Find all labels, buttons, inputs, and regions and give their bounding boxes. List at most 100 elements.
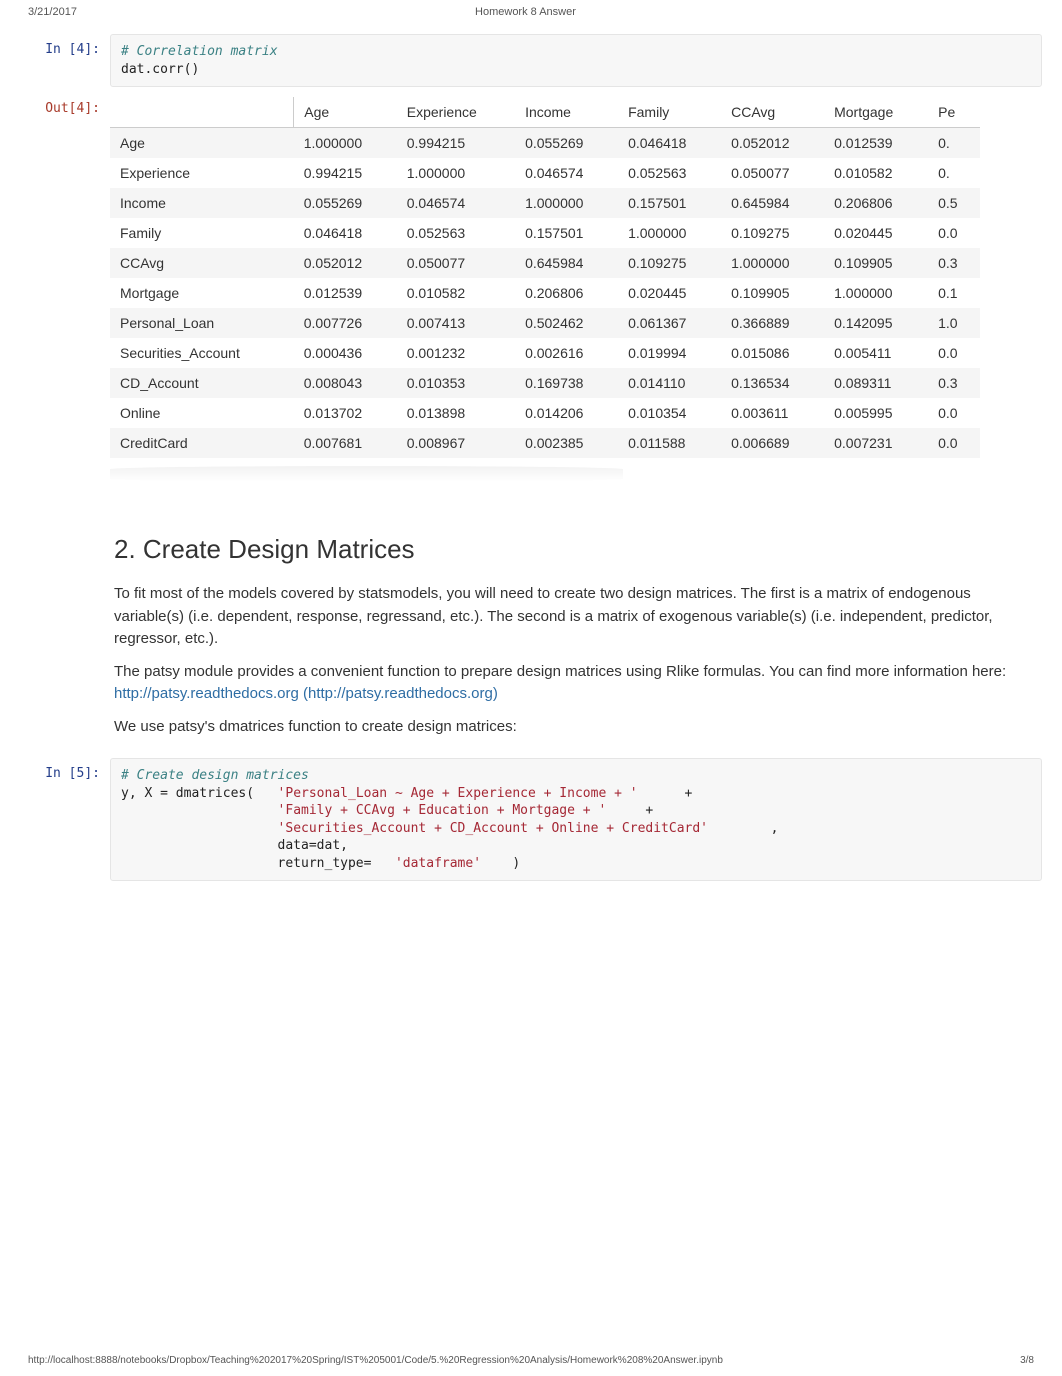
code5-l5c: ) xyxy=(481,856,520,871)
table-cell: 0.136534 xyxy=(721,368,824,398)
table-cell: 0.089311 xyxy=(824,368,928,398)
table-cell: 0.007681 xyxy=(294,428,397,458)
prompt-empty xyxy=(20,496,110,752)
table-row: Personal_Loan0.0077260.0074130.5024620.0… xyxy=(110,308,980,338)
table-cell: 0.3 xyxy=(928,248,980,278)
table-cell: 0.994215 xyxy=(397,128,515,159)
code5-l1b: 'Personal_Loan ~ Age + Experience + Inco… xyxy=(278,786,638,801)
table-cell: 0.014206 xyxy=(515,398,618,428)
table-col-header: CCAvg xyxy=(721,97,824,128)
code-input-4[interactable]: # Correlation matrix dat.corr() xyxy=(110,34,1042,87)
table-cell: 0.002385 xyxy=(515,428,618,458)
table-cell: 0.994215 xyxy=(294,158,397,188)
table-row-header: Mortgage xyxy=(110,278,294,308)
table-shadow xyxy=(110,466,623,482)
table-cell: 0.011588 xyxy=(618,428,721,458)
table-row: Age1.0000000.9942150.0552690.0464180.052… xyxy=(110,128,980,159)
table-cell: 0.052563 xyxy=(618,158,721,188)
table-cell: 1.0 xyxy=(928,308,980,338)
table-cell: 0.052012 xyxy=(721,128,824,159)
code-line: dat.corr() xyxy=(121,62,199,77)
patsy-link[interactable]: http://patsy.readthedocs.org (http://pat… xyxy=(114,685,498,702)
table-row: Income0.0552690.0465741.0000000.1575010.… xyxy=(110,188,980,218)
table-cell: 0.502462 xyxy=(515,308,618,338)
table-cell: 0.5 xyxy=(928,188,980,218)
table-cell: 0.050077 xyxy=(397,248,515,278)
table-col-header: Family xyxy=(618,97,721,128)
table-cell: 0.000436 xyxy=(294,338,397,368)
table-row-header: Experience xyxy=(110,158,294,188)
table-row-header: CreditCard xyxy=(110,428,294,458)
table-row-header: Securities_Account xyxy=(110,338,294,368)
table-cell: 0.015086 xyxy=(721,338,824,368)
code5-l3c: , xyxy=(708,821,778,836)
table-cell: 0.055269 xyxy=(294,188,397,218)
table-cell: 0. xyxy=(928,158,980,188)
table-cell: 0.002616 xyxy=(515,338,618,368)
section-p1: To fit most of the models covered by sta… xyxy=(114,583,1038,651)
table-col-header: Experience xyxy=(397,97,515,128)
table-cell: 0.052563 xyxy=(397,218,515,248)
prompt-out-4: Out[4]: xyxy=(20,93,110,490)
table-col-header: Income xyxy=(515,97,618,128)
table-cell: 0.0 xyxy=(928,218,980,248)
table-cell: 0.3 xyxy=(928,368,980,398)
table-cell: 1.000000 xyxy=(721,248,824,278)
cell-in-4: In [4]: # Correlation matrix dat.corr() xyxy=(20,34,1042,87)
table-row: Family0.0464180.0525630.1575011.0000000.… xyxy=(110,218,980,248)
table-cell: 1.000000 xyxy=(618,218,721,248)
section-p2: The patsy module provides a convenient f… xyxy=(114,661,1038,706)
table-cell: 0.005411 xyxy=(824,338,928,368)
table-cell: 0.012539 xyxy=(824,128,928,159)
code5-l2b: 'Family + CCAvg + Education + Mortgage +… xyxy=(278,803,607,818)
table-cell: 0.003611 xyxy=(721,398,824,428)
table-cell: 0.169738 xyxy=(515,368,618,398)
table-cell: 1.000000 xyxy=(294,128,397,159)
table-cell: 0.050077 xyxy=(721,158,824,188)
table-row: Securities_Account0.0004360.0012320.0026… xyxy=(110,338,980,368)
table-row-header: CD_Account xyxy=(110,368,294,398)
table-cell: 0.0 xyxy=(928,428,980,458)
code5-l5b: 'dataframe' xyxy=(395,856,481,871)
table-col-header: Mortgage xyxy=(824,97,928,128)
table-cell: 0.109905 xyxy=(824,248,928,278)
table-cell: 0.206806 xyxy=(824,188,928,218)
table-row: CD_Account0.0080430.0103530.1697380.0141… xyxy=(110,368,980,398)
table-cell: 0.645984 xyxy=(721,188,824,218)
table-cell: 0.013702 xyxy=(294,398,397,428)
table-cell: 1.000000 xyxy=(515,188,618,218)
table-cell: 0.0 xyxy=(928,398,980,428)
table-cell: 0.109905 xyxy=(721,278,824,308)
table-row-header: Age xyxy=(110,128,294,159)
table-cell: 0.010582 xyxy=(824,158,928,188)
table-cell: 0.0 xyxy=(928,338,980,368)
table-cell: 0.055269 xyxy=(515,128,618,159)
table-row: Mortgage0.0125390.0105820.2068060.020445… xyxy=(110,278,980,308)
table-cell: 0.020445 xyxy=(618,278,721,308)
code5-l1a: y, X = dmatrices( xyxy=(121,786,278,801)
table-col-header: Age xyxy=(294,97,397,128)
table-cell: 0.008043 xyxy=(294,368,397,398)
table-cell: 1.000000 xyxy=(397,158,515,188)
table-cell: 0.1 xyxy=(928,278,980,308)
table-cell: 0.014110 xyxy=(618,368,721,398)
table-cell: 0.157501 xyxy=(618,188,721,218)
doc-title: Homework 8 Answer xyxy=(475,6,576,18)
table-cell: 0.046574 xyxy=(397,188,515,218)
table-cell: 0.010354 xyxy=(618,398,721,428)
table-row-header: CCAvg xyxy=(110,248,294,278)
table-col-header: Pe xyxy=(928,97,980,128)
table-cell: 0.008967 xyxy=(397,428,515,458)
table-cell: 0.046574 xyxy=(515,158,618,188)
table-row: Online0.0137020.0138980.0142060.0103540.… xyxy=(110,398,980,428)
code5-l2c: + xyxy=(606,803,653,818)
table-cell: 0.007413 xyxy=(397,308,515,338)
code-input-5[interactable]: # Create design matrices y, X = dmatrice… xyxy=(110,758,1042,881)
overflow-fade xyxy=(1022,93,1042,466)
table-row: Experience0.9942151.0000000.0465740.0525… xyxy=(110,158,980,188)
code5-comment: # Create design matrices xyxy=(121,768,309,783)
code5-l1c: + xyxy=(638,786,693,801)
table-cell: 0.206806 xyxy=(515,278,618,308)
table-cell: 0.001232 xyxy=(397,338,515,368)
section-p2-text: The patsy module provides a convenient f… xyxy=(114,663,1006,680)
